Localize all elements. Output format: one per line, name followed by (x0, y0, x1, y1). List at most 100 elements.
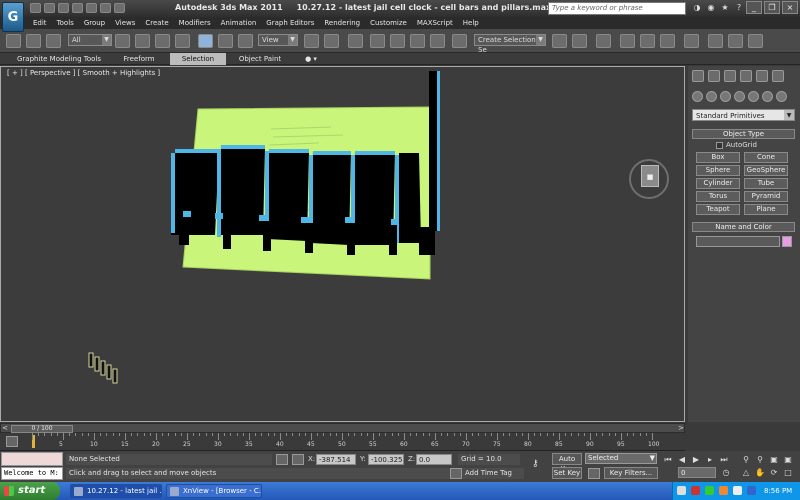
time-configuration-icon[interactable]: ◷ (720, 467, 732, 478)
curve-editor-icon[interactable] (640, 34, 655, 48)
communication-center-icon[interactable]: ◉ (706, 3, 716, 13)
select-object-icon[interactable] (115, 34, 130, 48)
application-button[interactable]: G (2, 2, 24, 32)
next-frame-arrow-icon[interactable]: > (677, 424, 685, 433)
new-file-icon[interactable] (30, 3, 41, 13)
align-icon[interactable] (572, 34, 587, 48)
tab-freeform[interactable]: Freeform (110, 53, 168, 65)
help-icon[interactable]: ? (734, 3, 744, 13)
plane-button[interactable]: Plane (744, 204, 788, 215)
object-name-field[interactable] (696, 236, 780, 247)
spinner-snap-icon[interactable] (430, 34, 445, 48)
create-tab-icon[interactable] (692, 70, 704, 82)
pan-view-icon[interactable]: ✋ (754, 467, 766, 478)
layer-manager-icon[interactable] (596, 34, 611, 48)
selection-filter-dropdown[interactable]: All ▼ (68, 34, 112, 46)
orbit-icon[interactable]: ⟳ (768, 467, 780, 478)
rendered-frame-window-icon[interactable] (728, 34, 743, 48)
keyboard-shortcut-toggle-icon[interactable] (348, 34, 363, 48)
tab-graphite-modeling-tools[interactable]: Graphite Modeling Tools (14, 53, 104, 65)
perspective-viewport[interactable]: [ + ] [ Perspective ] [ Smooth + Highlig… (0, 66, 685, 475)
maxscript-listener-output[interactable]: Welcome to M: (1, 467, 63, 480)
pyramid-button[interactable]: Pyramid (744, 191, 788, 202)
geometry-icon[interactable] (692, 91, 703, 102)
modify-tab-icon[interactable] (708, 70, 720, 82)
display-tab-icon[interactable] (756, 70, 768, 82)
close-icon[interactable]: × (782, 1, 798, 14)
time-slider[interactable]: < 0 / 100 > (0, 423, 685, 433)
utilities-tab-icon[interactable] (772, 70, 784, 82)
tube-button[interactable]: Tube (744, 178, 788, 189)
time-tag-icon[interactable] (450, 468, 462, 479)
next-frame-icon[interactable]: ▸ (704, 454, 716, 465)
play-icon[interactable]: ▶ (690, 454, 702, 465)
x-coordinate-field[interactable]: -387.514 (316, 454, 356, 465)
tray-security-icon[interactable] (691, 486, 700, 495)
auto-key-button[interactable]: Auto Key (552, 453, 582, 473)
go-to-end-icon[interactable]: ⏭ (718, 454, 730, 465)
select-and-scale-icon[interactable] (238, 34, 253, 48)
cameras-icon[interactable] (734, 91, 745, 102)
menu-rendering[interactable]: Rendering (319, 17, 365, 29)
redo-icon[interactable] (86, 3, 97, 13)
maxscript-mini-listener[interactable] (1, 452, 63, 466)
lights-icon[interactable] (720, 91, 731, 102)
select-manipulate-icon[interactable] (324, 34, 339, 48)
mini-curve-editor-icon[interactable] (6, 436, 18, 447)
key-filters-button[interactable]: Key Filters... (604, 467, 658, 479)
zoom-icon[interactable]: ⚲ (740, 454, 752, 465)
object-category-dropdown[interactable]: Standard Primitives ▼ (692, 109, 795, 121)
percent-snap-icon[interactable] (410, 34, 425, 48)
link-icon[interactable] (6, 34, 21, 48)
reference-coordinate-dropdown[interactable]: View ▼ (258, 34, 298, 46)
taskbar-item-3dsmax[interactable]: 10.27.12 - latest jail ... (70, 484, 162, 498)
hierarchy-tab-icon[interactable] (724, 70, 736, 82)
project-folder-icon[interactable] (114, 3, 125, 13)
viewcube-icon[interactable]: ■ (641, 165, 659, 187)
key-mode-dropdown[interactable]: Selected ▼ (585, 453, 657, 464)
menu-tools[interactable]: Tools (52, 17, 79, 29)
selection-lock-icon[interactable] (276, 454, 288, 465)
taskbar-item-xnview[interactable]: XnView - [Browser - C... (166, 484, 262, 498)
zoom-extents-icon[interactable]: ▣ (768, 454, 780, 465)
schematic-view-icon[interactable] (660, 34, 675, 48)
menu-group[interactable]: Group (79, 17, 110, 29)
minimize-icon[interactable]: _ (746, 1, 762, 14)
menu-views[interactable]: Views (110, 17, 140, 29)
time-slider-thumb[interactable]: 0 / 100 (11, 425, 73, 433)
maximize-viewport-icon[interactable]: □ (782, 467, 794, 478)
binoculars-icon[interactable]: ◑ (692, 3, 702, 13)
angle-snap-icon[interactable] (390, 34, 405, 48)
prev-frame-arrow-icon[interactable]: < (1, 424, 9, 433)
go-to-start-icon[interactable]: ⏮ (662, 454, 674, 465)
undo-icon[interactable] (72, 3, 83, 13)
menu-animation[interactable]: Animation (216, 17, 262, 29)
trackbar[interactable]: 5 10 15 20 25 30 35 40 45 50 55 60 65 70 75 80 85 90 95 100 (0, 433, 685, 451)
tab-object-paint[interactable]: Object Paint (230, 53, 290, 65)
hold-icon[interactable] (100, 3, 111, 13)
geosphere-button[interactable]: GeoSphere (744, 165, 788, 176)
absolute-mode-icon[interactable] (292, 454, 304, 465)
tab-selection[interactable]: Selection (170, 53, 226, 65)
unlink-icon[interactable] (26, 34, 41, 48)
rectangular-selection-icon[interactable] (155, 34, 170, 48)
favorites-star-icon[interactable]: ★ (720, 3, 730, 13)
window-crossing-icon[interactable] (175, 34, 190, 48)
space-warps-icon[interactable] (762, 91, 773, 102)
material-editor-icon[interactable] (684, 34, 699, 48)
cylinder-button[interactable]: Cylinder (696, 178, 740, 189)
tray-arrow-icon[interactable] (677, 486, 686, 495)
menu-edit[interactable]: Edit (28, 17, 52, 29)
torus-button[interactable]: Torus (696, 191, 740, 202)
zoom-extents-all-icon[interactable]: ▣ (782, 454, 794, 465)
shapes-icon[interactable] (706, 91, 717, 102)
open-file-icon[interactable] (44, 3, 55, 13)
snaps-toggle-icon[interactable] (370, 34, 385, 48)
mirror-icon[interactable] (552, 34, 567, 48)
render-setup-icon[interactable] (708, 34, 723, 48)
y-coordinate-field[interactable]: -100.325 (368, 454, 404, 465)
menu-modifiers[interactable]: Modifiers (174, 17, 216, 29)
graphite-toggle-icon[interactable] (620, 34, 635, 48)
key-icon[interactable]: ⚷ (532, 459, 544, 470)
name-and-color-rollout-header[interactable]: Name and Color (692, 222, 795, 232)
